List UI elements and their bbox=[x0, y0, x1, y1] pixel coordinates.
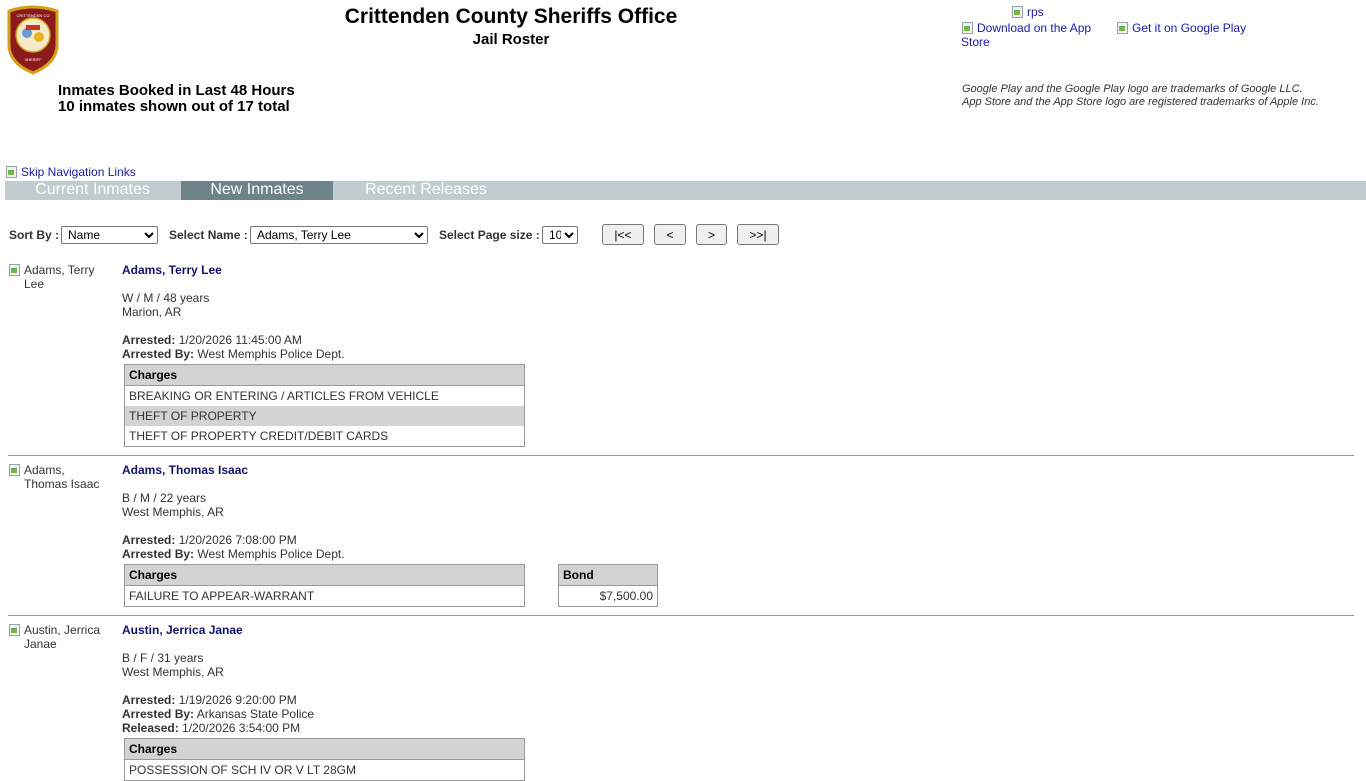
inmate-demographics: W / M / 48 years bbox=[122, 291, 210, 305]
released-date: 1/20/2026 3:54:00 PM bbox=[182, 721, 301, 735]
badge-text-bottom: SHERIFF bbox=[24, 57, 42, 62]
tab-current-inmates[interactable]: Current Inmates bbox=[5, 181, 180, 200]
inmate-photo-alt: Janae bbox=[24, 637, 57, 651]
first-page-button[interactable]: |<< bbox=[602, 224, 644, 245]
inmate-demographics: B / F / 31 years bbox=[122, 651, 204, 665]
arrested-label: Arrested: bbox=[122, 333, 176, 347]
inmate-photo-alt: Lee bbox=[24, 277, 45, 291]
charges-table: Charges BREAKING OR ENTERING / ARTICLES … bbox=[124, 364, 525, 447]
inmate-photo-alt: Austin, Jerrica bbox=[24, 623, 101, 637]
inmate-name: Adams, Terry Lee bbox=[122, 263, 222, 277]
inmate-details: W / M / 48 years Marion, AR Arrested: 1/… bbox=[122, 291, 345, 361]
bond-table: Bond $7,500.00 bbox=[558, 564, 658, 607]
inmate-details: B / M / 22 years West Memphis, AR Arrest… bbox=[122, 491, 345, 561]
inmate-photo: Austin, Jerrica Janae bbox=[8, 623, 104, 651]
tab-new-inmates[interactable]: New Inmates bbox=[181, 181, 333, 200]
page-title: Crittenden County Sheriffs Office bbox=[344, 5, 678, 28]
page-subtitle: Jail Roster bbox=[472, 31, 550, 48]
select-name-label: Select Name : bbox=[169, 228, 248, 242]
sort-by-label: Sort By : bbox=[9, 228, 60, 242]
previous-page-button[interactable]: < bbox=[654, 224, 686, 245]
trademark-notice: Google Play and the Google Play logo are… bbox=[962, 83, 1319, 108]
tab-recent-releases[interactable]: Recent Releases bbox=[336, 181, 516, 200]
arrested-date: 1/20/2026 7:08:00 PM bbox=[178, 533, 297, 547]
skip-navigation-alt-text: Skip Navigation Links bbox=[21, 165, 136, 179]
arrested-by-agency: Arkansas State Police bbox=[196, 707, 315, 721]
inmate-photo-alt: Adams, bbox=[24, 463, 65, 477]
inmate-name: Adams, Thomas Isaac bbox=[122, 463, 249, 477]
charge-item: THEFT OF PROPERTY bbox=[124, 406, 525, 426]
google-play-alt-text: Get it on Google Play bbox=[1132, 21, 1247, 35]
inmate-photo: Adams, Thomas Isaac bbox=[8, 463, 104, 491]
charges-header: Charges bbox=[124, 564, 525, 586]
broken-image-icon bbox=[5, 165, 18, 178]
charges-header: Charges bbox=[124, 738, 525, 760]
released-label: Released: bbox=[122, 721, 179, 735]
bond-header: Bond bbox=[558, 564, 658, 586]
broken-image-icon bbox=[8, 263, 21, 276]
broken-image-icon bbox=[8, 463, 21, 476]
arrested-by-agency: West Memphis Police Dept. bbox=[197, 547, 345, 561]
select-name-select[interactable]: Adams, Terry Lee bbox=[250, 226, 428, 244]
inmate-photo-alt: Adams, Terry bbox=[24, 263, 95, 277]
bond-amount: $7,500.00 bbox=[599, 589, 653, 603]
broken-image-icon bbox=[1011, 5, 1024, 18]
record-divider bbox=[8, 615, 1354, 616]
booked-summary: Inmates Booked in Last 48 Hours 10 inmat… bbox=[58, 83, 295, 115]
booked-count: 10 inmates shown out of 17 total bbox=[58, 98, 290, 115]
rps-alt-text: rps bbox=[1027, 5, 1044, 19]
arrested-by-label: Arrested By: bbox=[122, 707, 195, 721]
arrested-date: 1/19/2026 9:20:00 PM bbox=[178, 693, 297, 707]
trademark-google: Google Play and the Google Play logo are… bbox=[962, 83, 1303, 95]
sort-by-select[interactable]: Name bbox=[61, 226, 158, 244]
inmate-name: Austin, Jerrica Janae bbox=[122, 623, 243, 637]
arrested-by-label: Arrested By: bbox=[122, 347, 195, 361]
inmate-photo: Adams, Terry Lee bbox=[8, 263, 104, 291]
page-size-label: Select Page size : bbox=[439, 228, 540, 242]
charges-header: Charges bbox=[124, 364, 525, 386]
charges-table: Charges POSSESSION OF SCH IV OR V LT 28G… bbox=[124, 738, 525, 781]
broken-image-icon bbox=[8, 623, 21, 636]
inmate-city: West Memphis, AR bbox=[122, 665, 224, 679]
inmate-city: Marion, AR bbox=[122, 305, 182, 319]
arrested-date: 1/20/2026 11:45:00 AM bbox=[178, 333, 302, 347]
arrested-by-label: Arrested By: bbox=[122, 547, 195, 561]
charges-table: Charges FAILURE TO APPEAR-WARRANT bbox=[124, 564, 525, 607]
charge-item: FAILURE TO APPEAR-WARRANT bbox=[129, 589, 315, 603]
skip-navigation-link[interactable]: Skip Navigation Links bbox=[5, 165, 136, 179]
charge-item: POSSESSION OF SCH IV OR V LT 28GM bbox=[129, 763, 356, 777]
inmate-photo-alt: Thomas Isaac bbox=[24, 477, 100, 491]
inmate-city: West Memphis, AR bbox=[122, 505, 224, 519]
broken-image-icon bbox=[1116, 21, 1129, 34]
google-play-link[interactable]: Get it on Google Play bbox=[1116, 21, 1246, 35]
app-store-link[interactable]: Download on the App Store bbox=[961, 21, 1101, 49]
page-size-select[interactable]: 10 bbox=[542, 226, 578, 244]
next-page-button[interactable]: > bbox=[696, 224, 727, 245]
charge-item: THEFT OF PROPERTY CREDIT/DEBIT CARDS bbox=[129, 429, 389, 443]
broken-image-icon bbox=[961, 21, 974, 34]
arrested-label: Arrested: bbox=[122, 533, 176, 547]
arrested-label: Arrested: bbox=[122, 693, 176, 707]
record-divider bbox=[8, 455, 1354, 456]
rps-link[interactable]: rps bbox=[1011, 5, 1044, 19]
inmate-details: B / F / 31 years West Memphis, AR Arrest… bbox=[122, 651, 314, 735]
charge-item: BREAKING OR ENTERING / ARTICLES FROM VEH… bbox=[129, 389, 439, 403]
last-page-button[interactable]: >>| bbox=[737, 224, 779, 245]
arrested-by-agency: West Memphis Police Dept. bbox=[197, 347, 345, 361]
app-store-alt-text: Download on the App Store bbox=[961, 21, 1092, 49]
booked-title: Inmates Booked in Last 48 Hours bbox=[58, 82, 295, 99]
trademark-apple: App Store and the App Store logo are reg… bbox=[962, 95, 1319, 108]
inmate-demographics: B / M / 22 years bbox=[122, 491, 207, 505]
